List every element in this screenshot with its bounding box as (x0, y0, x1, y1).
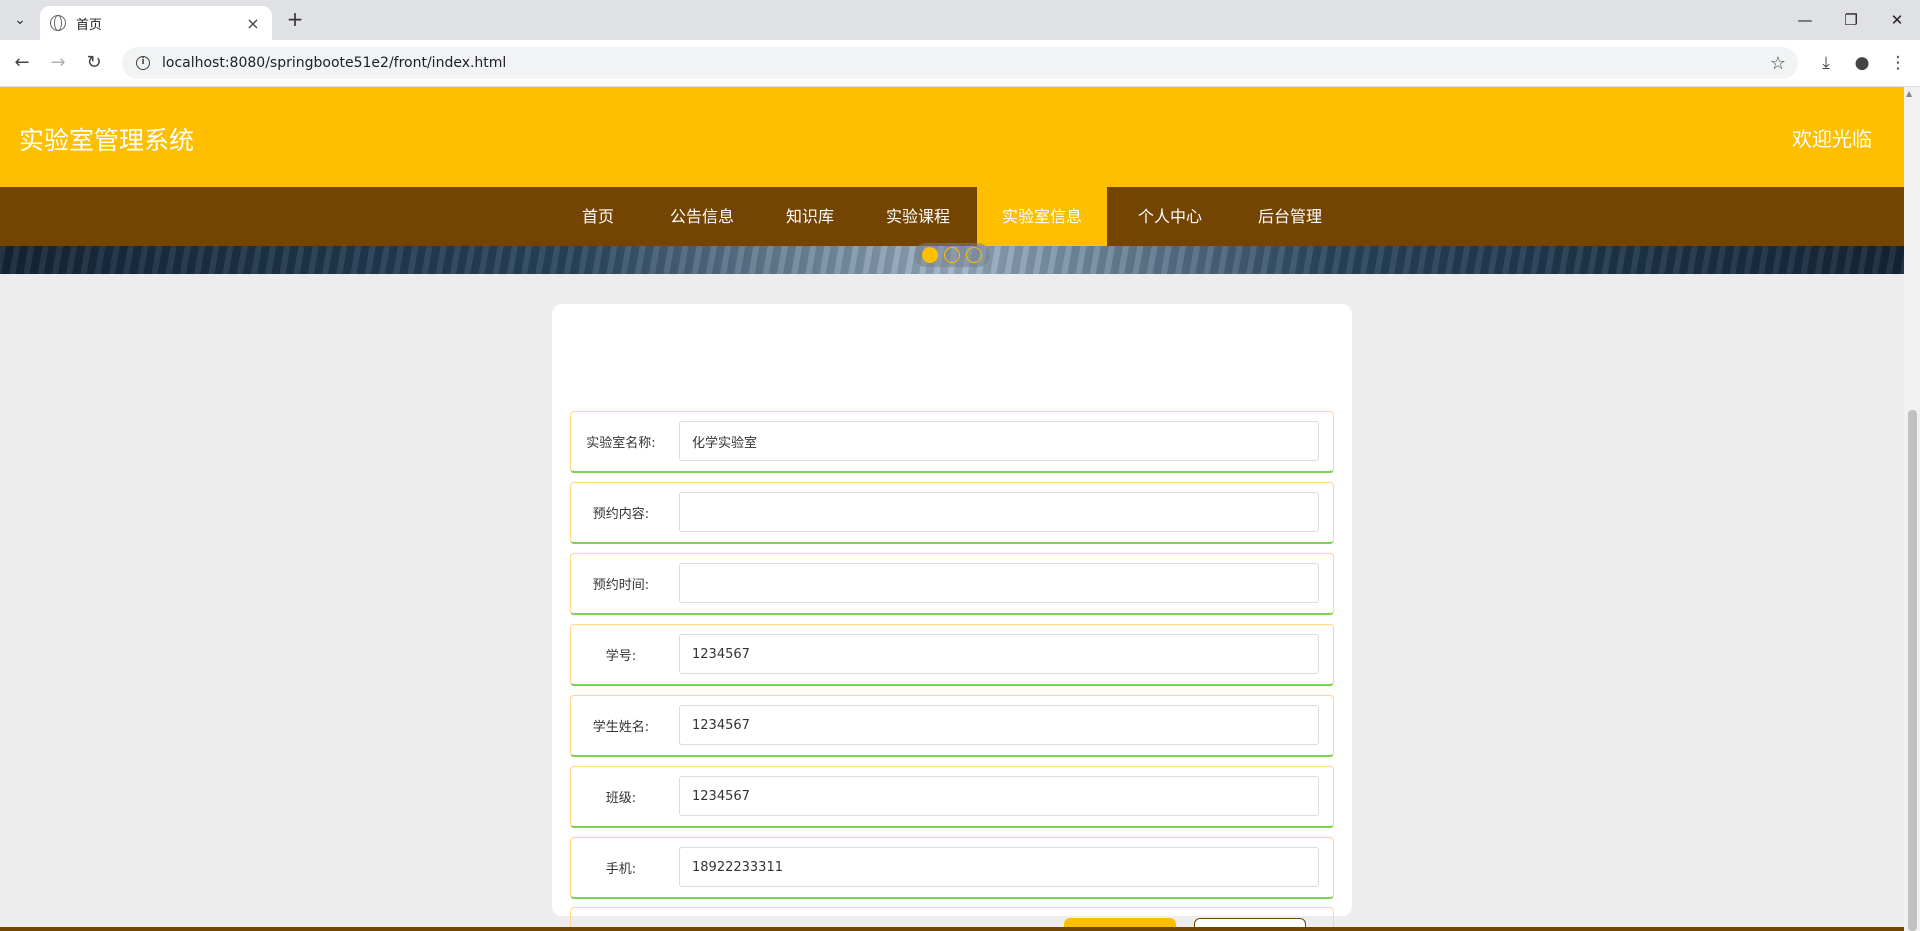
tab-title: 首页 (76, 17, 103, 33)
welcome-text: 欢迎光临 (1792, 127, 1872, 151)
phone-label: 手机: (605, 862, 637, 877)
close-window-icon[interactable]: ✕ (1874, 6, 1920, 34)
nav-item-knowledge-base[interactable]: 知识库 (770, 187, 850, 246)
reservation-form: 实验室名称: 预约内容: 预约时间: 学号: 学生姓名: 班级: 手机: 提交 (552, 304, 1352, 931)
nav-item-announcements[interactable]: 公告信息 (656, 187, 748, 246)
main-nav: 首页 公告信息 知识库 实验课程 实验室信息 个人中心 后台管理 (0, 187, 1904, 246)
student-name-input[interactable] (679, 705, 1319, 745)
reload-icon[interactable]: ↻ (80, 49, 108, 77)
globe-icon (50, 15, 66, 31)
carousel-dot-2[interactable] (944, 247, 960, 263)
nav-item-courses[interactable]: 实验课程 (870, 187, 966, 246)
carousel-dot-1[interactable] (922, 247, 938, 263)
address-bar[interactable]: i localhost:8080/springboote51e2/front/i… (122, 47, 1798, 79)
browser-tab[interactable]: 首页 × (40, 6, 272, 40)
form-row-phone: 手机: (570, 837, 1334, 899)
form-row-student-id: 学号: (570, 624, 1334, 686)
class-label: 班级: (605, 791, 637, 806)
class-input[interactable] (679, 776, 1319, 816)
minimize-window-icon[interactable]: — (1782, 6, 1828, 34)
forward-arrow-icon[interactable]: → (44, 49, 72, 77)
lab-name-label: 实验室名称: (586, 436, 656, 451)
download-icon[interactable]: ⤓ (1812, 49, 1840, 77)
profile-avatar-icon[interactable]: ● (1848, 49, 1876, 77)
browser-toolbar: ← → ↻ i localhost:8080/springboote51e2/f… (0, 40, 1920, 87)
back-arrow-icon[interactable]: ← (8, 49, 36, 77)
carousel-indicators (914, 243, 990, 267)
nav-item-lab-info[interactable]: 实验室信息 (977, 187, 1107, 246)
url-text[interactable]: localhost:8080/springboote51e2/front/ind… (162, 55, 1770, 71)
site-header: 实验室管理系统 欢迎光临 (0, 87, 1904, 187)
reservation-time-label: 预约时间: (592, 578, 650, 593)
reservation-content-label: 预约内容: (592, 507, 650, 522)
form-row-lab-name: 实验室名称: (570, 411, 1334, 473)
browser-tab-bar: ⌄ 首页 × + — ❐ ✕ (0, 0, 1920, 40)
nav-item-home[interactable]: 首页 (568, 187, 628, 246)
restore-window-icon[interactable]: ❐ (1828, 6, 1874, 34)
tab-list-chevron-icon[interactable]: ⌄ (6, 8, 34, 32)
student-id-input[interactable] (679, 634, 1319, 674)
carousel-dot-3[interactable] (966, 247, 982, 263)
site-title: 实验室管理系统 (19, 126, 195, 155)
form-row-class: 班级: (570, 766, 1334, 828)
page-scrollbar-thumb[interactable] (1908, 410, 1917, 931)
close-tab-icon[interactable]: × (244, 14, 262, 33)
student-id-label: 学号: (605, 649, 637, 664)
page-viewport: 实验室管理系统 欢迎光临 首页 公告信息 知识库 实验课程 实验室信息 个人中心… (0, 87, 1904, 931)
site-info-icon[interactable]: i (136, 56, 150, 70)
more-menu-icon[interactable]: ⋮ (1884, 49, 1912, 77)
reservation-content-input[interactable] (679, 492, 1319, 532)
nav-item-personal-center[interactable]: 个人中心 (1124, 187, 1216, 246)
lab-name-input[interactable] (679, 421, 1319, 461)
footer-strip (0, 927, 1904, 931)
form-row-student-name: 学生姓名: (570, 695, 1334, 757)
form-row-reservation-time: 预约时间: (570, 553, 1334, 615)
phone-input[interactable] (679, 847, 1319, 887)
nav-item-admin[interactable]: 后台管理 (1240, 187, 1340, 246)
scroll-up-arrow-icon[interactable]: ▲ (1906, 89, 1912, 98)
new-tab-plus-icon[interactable]: + (282, 8, 308, 32)
form-row-reservation-content: 预约内容: (570, 482, 1334, 544)
bookmark-star-icon[interactable]: ☆ (1770, 53, 1786, 74)
reservation-time-input[interactable] (679, 563, 1319, 603)
student-name-label: 学生姓名: (592, 720, 650, 735)
